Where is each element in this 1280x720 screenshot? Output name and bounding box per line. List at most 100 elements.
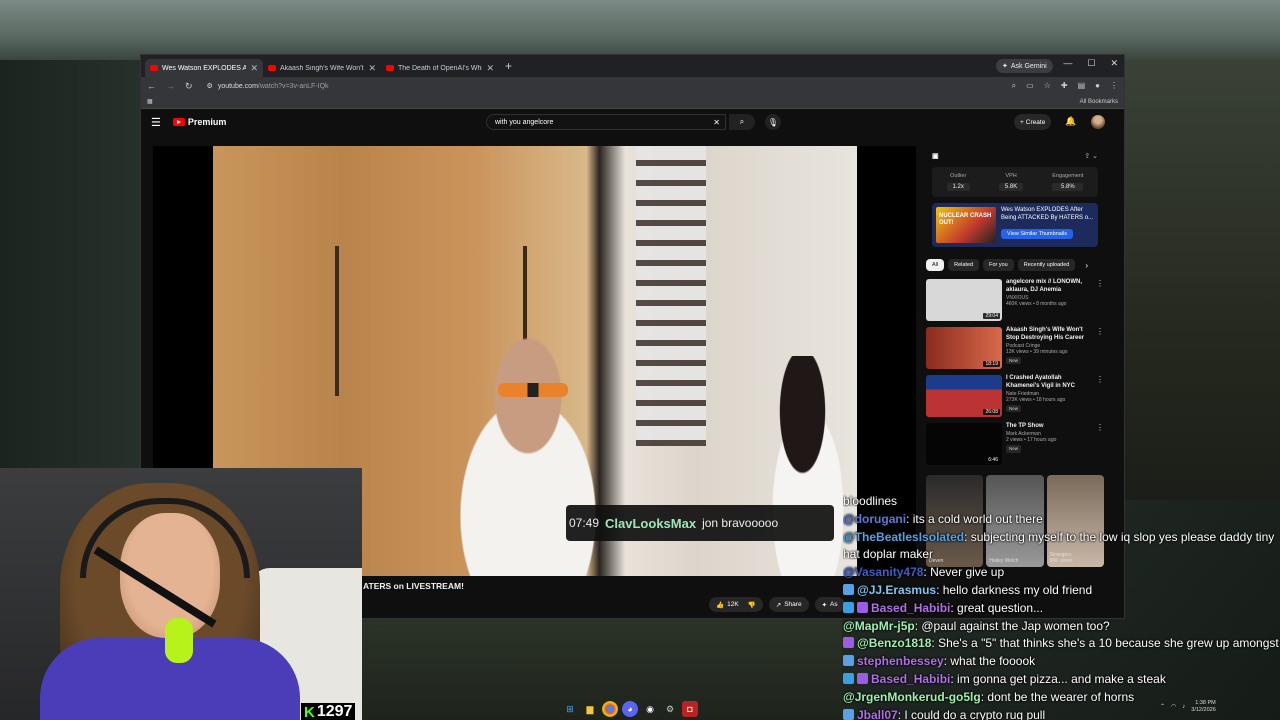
clear-search-icon[interactable]: ✕ xyxy=(713,118,720,127)
volume-icon[interactable]: ♪ xyxy=(1182,704,1185,710)
close-window-icon[interactable]: ✕ xyxy=(1110,58,1118,69)
duration: 26:08 xyxy=(983,409,1000,415)
new-tab-button[interactable]: + xyxy=(505,59,512,73)
related-title: The TP Show xyxy=(1006,423,1044,429)
reload-icon[interactable]: ↻ xyxy=(185,81,193,92)
related-meta: 13K views • 39 minutes ago xyxy=(1006,349,1068,356)
more-options-icon[interactable]: ⋮ xyxy=(1096,423,1104,471)
chip-all[interactable]: All xyxy=(926,259,945,271)
ask-gemini-label: Ask Gemini xyxy=(1010,62,1047,70)
site-info-icon[interactable]: ⚙ xyxy=(207,82,213,90)
chat-message: stephenbessey: what the fooook xyxy=(843,653,1280,671)
windows-start-icon[interactable]: ⊞ xyxy=(562,701,578,717)
ask-button[interactable]: ✦ As xyxy=(814,597,845,612)
zoom-icon[interactable]: ⌕ xyxy=(1012,81,1016,91)
chip-for-you[interactable]: For you xyxy=(983,259,1014,271)
menu-icon[interactable]: ⋮ xyxy=(1110,81,1118,91)
browser-tab[interactable]: Akaash Singh's Wife Won't Sto ✕ xyxy=(263,59,381,77)
create-button[interactable]: + Create xyxy=(1014,114,1052,130)
browser-tab[interactable]: Wes Watson EXPLODES After B ✕ xyxy=(145,59,263,77)
background-left xyxy=(0,60,140,480)
close-tab-icon[interactable]: ✕ xyxy=(250,63,258,74)
chat-message: @dorugani: its a cold world out there xyxy=(843,511,1043,526)
clock[interactable]: 1:38 PM 3/12/2026 xyxy=(1191,700,1215,713)
youtube-favicon-icon xyxy=(268,65,276,71)
forward-icon[interactable]: → xyxy=(166,81,175,91)
gemini-icon: ✦ xyxy=(1002,63,1008,70)
close-tab-icon[interactable]: ✕ xyxy=(368,63,376,74)
account-avatar[interactable] xyxy=(1091,115,1105,129)
thumbnail-text: NUCLEAR CRASH OUT! xyxy=(939,213,992,226)
discord-icon[interactable]: ◕ xyxy=(622,701,638,717)
chat-user: stephenbessey xyxy=(857,654,944,669)
all-bookmarks-link[interactable]: All Bookmarks xyxy=(1080,99,1118,105)
chat-message: @TheBeatlesIsolated: subjecting myself t… xyxy=(843,529,1275,562)
chip-recently-uploaded[interactable]: Recently uploaded xyxy=(1017,259,1076,271)
view-similar-thumbnails-button[interactable]: View Similar Thumbnails xyxy=(1001,229,1074,239)
extension-header: ▣ ⇪ ⌄ xyxy=(926,145,1104,167)
close-tab-icon[interactable]: ✕ xyxy=(486,63,494,74)
system-tray: ⌃ ◠ ♪ 1:38 PM 3/12/2026 xyxy=(1160,700,1216,713)
sparkle-icon: ✦ xyxy=(821,601,828,609)
cast-icon[interactable]: ▭ xyxy=(1026,81,1034,91)
video-actions: 👍 12K 👎 ↗ Share ✦ As xyxy=(709,597,845,612)
related-title: Akaash Singh's Wife Won't Stop Destroyin… xyxy=(1006,327,1085,341)
search-button[interactable]: ⌕ xyxy=(729,114,755,130)
voice-search-button[interactable]: 🎙 xyxy=(765,114,781,130)
sidebar-icon[interactable]: ▤ xyxy=(1078,81,1086,91)
search-input[interactable]: with you angelcore ✕ xyxy=(486,114,726,130)
url-path: /watch?v=3v-anLF-IQk xyxy=(257,82,329,90)
app-icon[interactable]: ◘ xyxy=(682,701,698,717)
like-button[interactable]: 👍 12K 👎 xyxy=(709,597,763,612)
chat-message: @Vasanity478: Never give up xyxy=(843,565,1005,580)
maximize-icon[interactable]: ☐ xyxy=(1087,58,1095,69)
export-icon[interactable]: ⇪ ⌄ xyxy=(1084,152,1098,160)
profile-icon[interactable]: ● xyxy=(1095,81,1100,91)
tab-title: The Death of OpenAI's Whistl xyxy=(398,64,483,72)
chip-related[interactable]: Related xyxy=(948,259,980,271)
stat-engagement: Engagement 5.8% xyxy=(1052,173,1084,191)
apps-grid-icon[interactable]: ▦ xyxy=(147,98,153,105)
more-options-icon[interactable]: ⋮ xyxy=(1096,375,1104,423)
extensions-icon[interactable]: ✚ xyxy=(1061,81,1068,91)
chevron-up-icon[interactable]: ⌃ xyxy=(1160,703,1165,710)
minimize-icon[interactable]: — xyxy=(1063,58,1072,69)
search-icon: ⌕ xyxy=(739,117,745,126)
star-icon[interactable]: ☆ xyxy=(1044,81,1051,91)
browser-tab[interactable]: The Death of OpenAI's Whistl ✕ xyxy=(381,59,499,77)
more-options-icon[interactable]: ⋮ xyxy=(1096,327,1104,375)
thumbs-down-icon[interactable]: 👎 xyxy=(748,601,756,609)
chevron-right-icon[interactable]: › xyxy=(1085,261,1088,270)
obs-icon[interactable]: ◉ xyxy=(642,701,658,717)
ask-gemini-button[interactable]: ✦ Ask Gemini xyxy=(996,59,1053,73)
chat-message: @Benzo1818: She's a "5" that thinks she'… xyxy=(843,635,1280,653)
duration: 6:46 xyxy=(986,457,1000,463)
more-options-icon[interactable]: ⋮ xyxy=(1096,279,1104,327)
duration: 29:04 xyxy=(983,313,1000,319)
notifications-bell-icon[interactable]: 🔔 xyxy=(1065,116,1076,127)
extension-video-card: NUCLEAR CRASH OUT! Wes Watson EXPLODES A… xyxy=(932,203,1098,247)
hamburger-menu-icon[interactable]: ☰ xyxy=(151,116,161,129)
url-field[interactable]: ⚙ youtube.com/watch?v=3v-anLF-IQk xyxy=(202,79,943,93)
related-video[interactable]: 18:19 Akaash Singh's Wife Won't Stop Des… xyxy=(926,327,1104,375)
subscriber-badge-icon xyxy=(857,672,868,684)
steam-icon[interactable]: ⚙ xyxy=(662,701,678,717)
share-button[interactable]: ↗ Share xyxy=(768,597,809,612)
related-meta: 273K views • 18 hours ago xyxy=(1006,397,1066,404)
chrome-icon[interactable] xyxy=(602,701,618,717)
webcam-overlay: K 1297 xyxy=(0,468,362,720)
snowflake-badge-icon xyxy=(843,583,854,595)
youtube-logo[interactable]: Premium xyxy=(172,117,226,127)
related-video[interactable]: 26:08 I Crashed Ayatollah Khamenei's Vig… xyxy=(926,375,1104,423)
window-controls: — ☐ ✕ xyxy=(1063,58,1118,69)
wifi-icon[interactable]: ◠ xyxy=(1171,703,1176,710)
youtube-favicon-icon xyxy=(386,65,394,71)
chat-message: Based_Habibi: im gonna get pizza... and … xyxy=(843,671,1280,689)
back-icon[interactable]: ← xyxy=(147,81,156,91)
browser-toolbar-icons: ⌕ ▭ ☆ ✚ ▤ ● ⋮ xyxy=(1012,81,1118,91)
chat-message: @JJ.Erasmus: hello darkness my old frien… xyxy=(843,582,1280,600)
file-explorer-icon[interactable]: ▆ xyxy=(582,701,598,717)
related-video[interactable]: 29:04 angelcore mix // LONOWN, aklaura, … xyxy=(926,279,1104,327)
thumbs-up-icon: 👍 xyxy=(716,601,725,609)
related-video[interactable]: 6:46 The TP Show Mark Ackerman 2 views • 1… xyxy=(926,423,1104,471)
